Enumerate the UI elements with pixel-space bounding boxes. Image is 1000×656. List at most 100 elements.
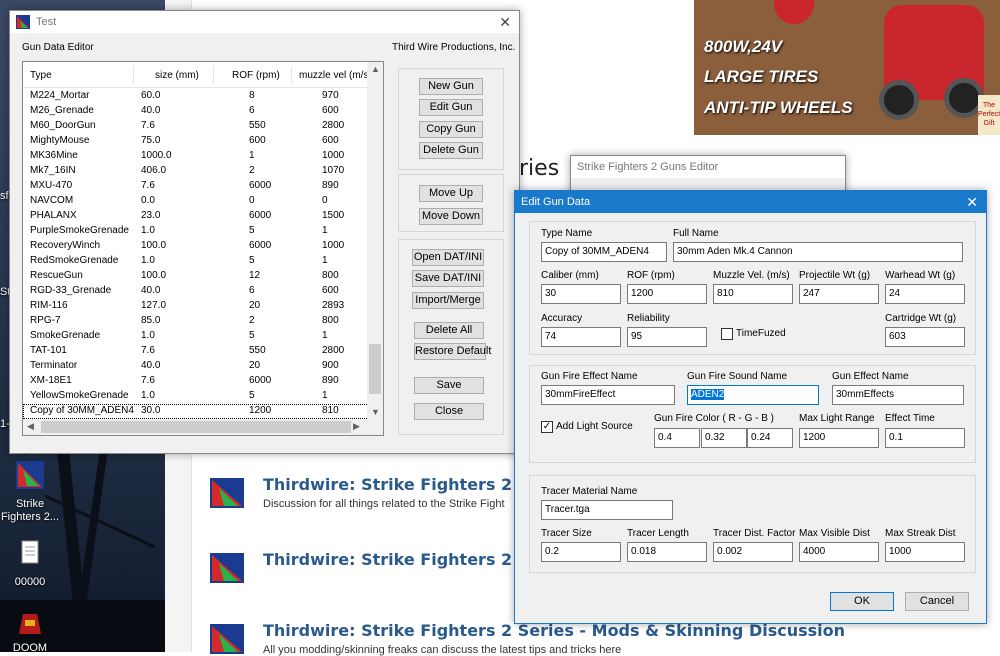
test-window-titlebar[interactable]: Test ✕ <box>10 11 519 33</box>
muzzle-vel-input[interactable]: 810 <box>713 284 793 304</box>
table-row[interactable]: RedSmokeGrenade 1.0 5 1 <box>23 254 369 269</box>
warhead-wt-input[interactable]: 24 <box>885 284 965 304</box>
table-row[interactable]: RPG-7 85.0 2 800 <box>23 314 369 329</box>
full-name-input[interactable]: 30mm Aden Mk.4 Cannon <box>673 242 963 262</box>
accuracy-input[interactable]: 74 <box>541 327 621 347</box>
max-visible-input[interactable]: 4000 <box>799 542 879 562</box>
type-name-label: Type Name <box>541 228 593 239</box>
scroll-up-icon[interactable]: ▲ <box>371 64 380 74</box>
save-dat-button[interactable]: Save DAT/INI <box>412 270 484 287</box>
close-icon[interactable]: ✕ <box>966 194 978 211</box>
scroll-down-icon[interactable]: ▼ <box>371 407 380 417</box>
table-row[interactable]: PurpleSmokeGrenade 1.0 5 1 <box>23 224 369 239</box>
table-row[interactable]: YellowSmokeGrenade 1.0 5 1 <box>23 389 369 404</box>
desktop-icon-strike-fighters[interactable]: Strike Fighters 2... <box>0 460 60 524</box>
restore-default-button[interactable]: Restore Default <box>414 343 491 360</box>
table-row[interactable]: Copy of 30MM_ADEN4 30.0 1200 810 <box>23 404 369 419</box>
save-button[interactable]: Save <box>414 377 484 394</box>
rof-input[interactable]: 1200 <box>627 284 707 304</box>
copy-gun-button[interactable]: Copy Gun <box>419 121 483 138</box>
tracer-size-input[interactable]: 0.2 <box>541 542 621 562</box>
desktop-icon-doom[interactable]: DOOM <box>0 612 60 652</box>
guns-editor-window[interactable]: Strike Fighters 2 Guns Editor <box>570 155 846 195</box>
max-streak-input[interactable]: 1000 <box>885 542 965 562</box>
close-button[interactable]: Close <box>414 403 484 420</box>
tracer-dist-input[interactable]: 0.002 <box>713 542 793 562</box>
reliability-label: Reliability <box>627 313 670 324</box>
open-dat-button[interactable]: Open DAT/INI <box>412 249 484 266</box>
table-row[interactable]: XM-18E1 7.6 6000 890 <box>23 374 369 389</box>
table-row[interactable]: SmokeGrenade 1.0 5 1 <box>23 329 369 344</box>
table-row[interactable]: RIM-116 127.0 20 2893 <box>23 299 369 314</box>
cell-type: PurpleSmokeGrenade <box>30 225 129 236</box>
effect-time-input[interactable]: 0.1 <box>885 428 965 448</box>
table-row[interactable]: M60_DoorGun 7.6 550 2800 <box>23 119 369 134</box>
table-row[interactable]: RGD-33_Grenade 40.0 6 600 <box>23 284 369 299</box>
advertisement-banner[interactable]: 800W,24V LARGE TIRES ANTI-TIP WHEELS The… <box>694 0 1000 135</box>
accuracy-label: Accuracy <box>541 313 583 324</box>
edit-gun-button[interactable]: Edit Gun <box>419 99 483 116</box>
cancel-button[interactable]: Cancel <box>905 592 969 611</box>
test-window[interactable]: Test ✕ Gun Data Editor Third Wire Produc… <box>9 10 520 454</box>
table-row[interactable]: RescueGun 100.0 12 800 <box>23 269 369 284</box>
tracer-length-input[interactable]: 0.018 <box>627 542 707 562</box>
color-g-input[interactable]: 0.32 <box>701 428 747 448</box>
table-row[interactable]: M26_Grenade 40.0 6 600 <box>23 104 369 119</box>
table-row[interactable]: NAVCOM 0.0 0 0 <box>23 194 369 209</box>
table-row[interactable]: MightyMouse 75.0 600 600 <box>23 134 369 149</box>
move-up-button[interactable]: Move Up <box>419 185 483 202</box>
color-r-input[interactable]: 0.4 <box>654 428 700 448</box>
thirdwire-logo-icon <box>210 624 244 654</box>
time-fuzed-checkbox[interactable] <box>721 328 733 340</box>
guns-editor-titlebar[interactable]: Strike Fighters 2 Guns Editor <box>571 156 845 178</box>
desktop-edge-text: sf <box>0 190 9 202</box>
forum-section-heading: ries <box>519 156 560 181</box>
edit-gun-data-dialog[interactable]: Edit Gun Data ✕ Type Name Copy of 30MM_A… <box>514 190 987 624</box>
tracer-material-input[interactable]: Tracer.tga <box>541 500 673 520</box>
delete-all-button[interactable]: Delete All <box>414 322 484 339</box>
table-row[interactable]: TAT-101 7.6 550 2800 <box>23 344 369 359</box>
delete-gun-button[interactable]: Delete Gun <box>419 142 483 159</box>
desktop-icon-file[interactable]: 00000 <box>0 538 60 589</box>
projectile-wt-input[interactable]: 247 <box>799 284 879 304</box>
cell-muzzle-vel: 600 <box>322 285 339 296</box>
column-header-size[interactable]: size (mm) <box>155 70 199 81</box>
scrollbar-thumb[interactable] <box>41 421 351 433</box>
caliber-input[interactable]: 30 <box>541 284 621 304</box>
add-light-checkbox[interactable]: ✓ <box>541 421 553 433</box>
scrollbar-thumb[interactable] <box>369 344 381 394</box>
table-row[interactable]: MK36Mine 1000.0 1 1000 <box>23 149 369 164</box>
table-row[interactable]: PHALANX 23.0 6000 1500 <box>23 209 369 224</box>
edit-dialog-titlebar[interactable]: Edit Gun Data ✕ <box>515 191 986 213</box>
cartridge-wt-input[interactable]: 603 <box>885 327 965 347</box>
table-row[interactable]: MXU-470 7.6 6000 890 <box>23 179 369 194</box>
column-header-type[interactable]: Type <box>30 70 52 81</box>
cell-muzzle-vel: 600 <box>322 135 339 146</box>
table-row[interactable]: Terminator 40.0 20 900 <box>23 359 369 374</box>
rof-label: ROF (rpm) <box>627 270 675 281</box>
ad-text-line: ANTI-TIP WHEELS <box>704 98 853 117</box>
fire-sound-input[interactable]: ADEN2 <box>687 385 819 405</box>
table-row[interactable]: M224_Mortar 60.0 8 970 <box>23 89 369 104</box>
gun-list[interactable]: Type size (mm) ROF (rpm) muzzle vel (m/s… <box>22 61 384 436</box>
color-b-input[interactable]: 0.24 <box>747 428 793 448</box>
fire-effect-input[interactable]: 30mmFireEffect <box>541 385 675 405</box>
import-merge-button[interactable]: Import/Merge <box>412 292 484 309</box>
move-down-button[interactable]: Move Down <box>419 208 483 225</box>
ok-button[interactable]: OK <box>830 592 894 611</box>
gun-effect-input[interactable]: 30mmEffects <box>832 385 964 405</box>
column-header-rof[interactable]: ROF (rpm) <box>232 70 280 81</box>
max-light-range-input[interactable]: 1200 <box>799 428 879 448</box>
new-gun-button[interactable]: New Gun <box>419 78 483 95</box>
close-icon[interactable]: ✕ <box>499 14 511 31</box>
column-header-muzzle-vel[interactable]: muzzle vel (m/s) <box>299 70 372 81</box>
table-row[interactable]: Mk7_16IN 406.0 2 1070 <box>23 164 369 179</box>
horizontal-scrollbar[interactable]: ◀ ▶ <box>23 419 383 435</box>
scroll-left-icon[interactable]: ◀ <box>27 421 34 432</box>
reliability-input[interactable]: 95 <box>627 327 707 347</box>
scroll-right-icon[interactable]: ▶ <box>353 421 360 432</box>
cell-size: 7.6 <box>141 180 155 191</box>
table-row[interactable]: RecoveryWinch 100.0 6000 1000 <box>23 239 369 254</box>
vertical-scrollbar[interactable]: ▲ ▼ <box>367 62 383 420</box>
type-name-input[interactable]: Copy of 30MM_ADEN4 <box>541 242 667 262</box>
